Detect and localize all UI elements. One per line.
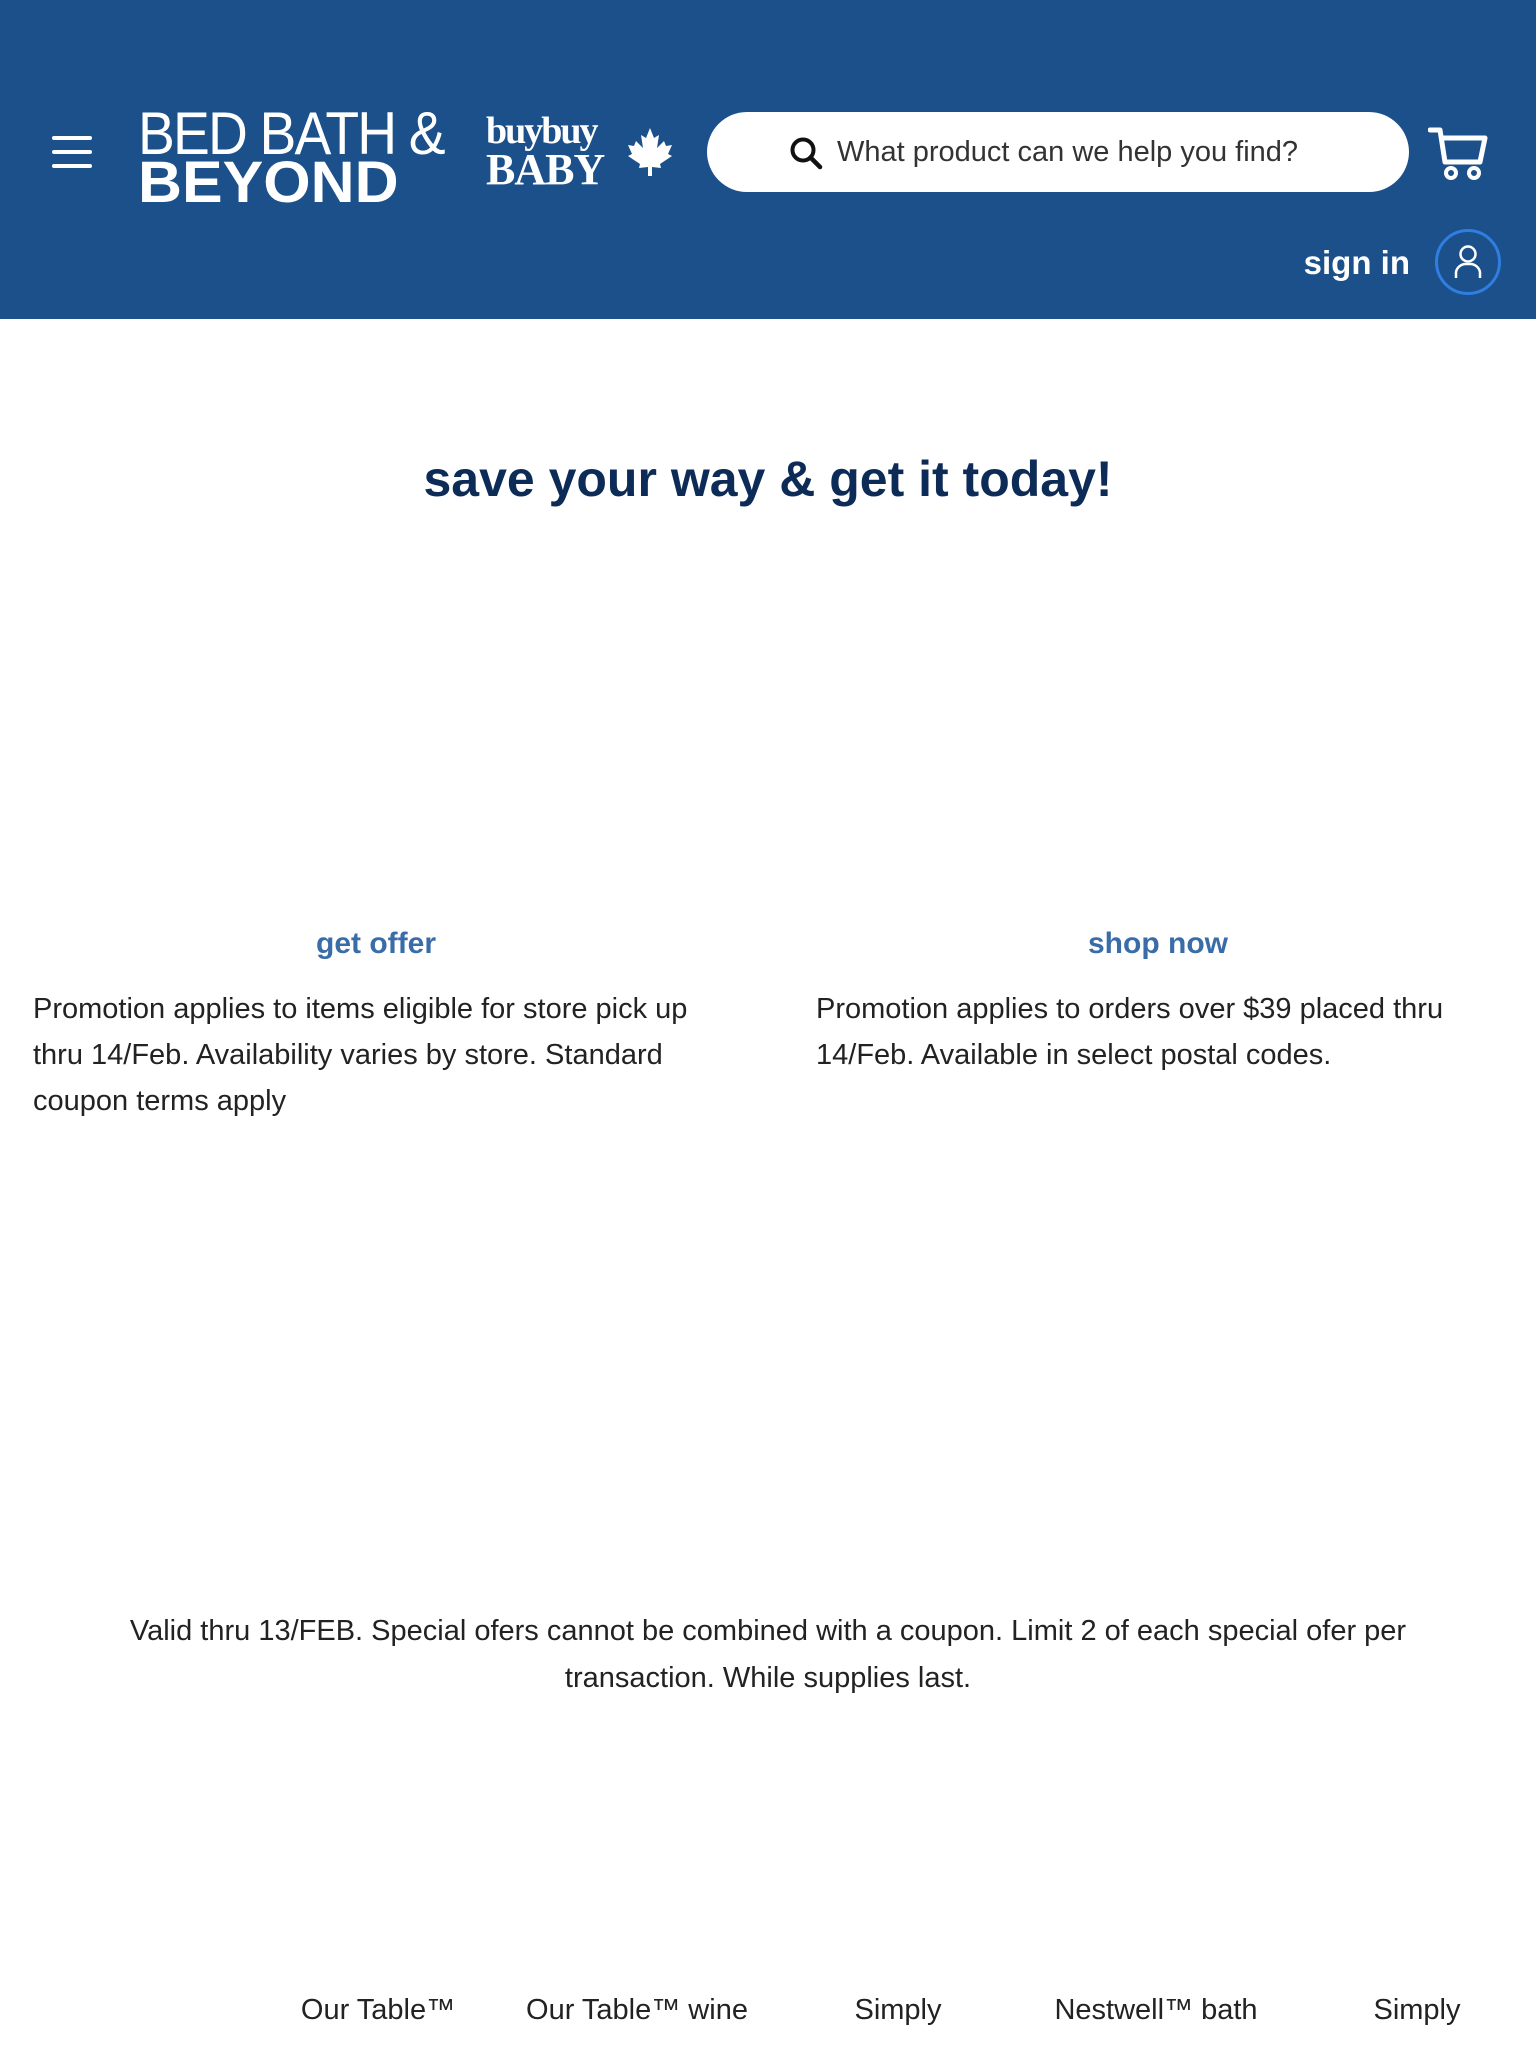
product-label[interactable]: Our Table™ — [258, 1987, 498, 2033]
user-icon — [1454, 245, 1482, 278]
baby-logo-line-2: BABY — [486, 145, 605, 194]
menu-icon-bar — [52, 136, 92, 140]
product-label[interactable]: Simply — [1297, 1987, 1536, 2033]
site-header: BED BATH & BEYOND buybuy BABY What produ… — [0, 0, 1536, 319]
product-label[interactable]: Nestwell™ bath — [1036, 1987, 1276, 2033]
menu-icon-bar — [52, 150, 92, 154]
logo-line-2: BEYOND — [138, 150, 399, 215]
product-label[interactable]: Our Table™ wine — [517, 1987, 757, 2033]
buybuy-baby-logo[interactable]: buybuy BABY — [486, 112, 676, 192]
offer-terms: Valid thru 13/FEB. Special ofers cannot … — [129, 1615, 1407, 1694]
offer-description: Promotion applies to orders over $39 pla… — [816, 993, 1444, 1071]
shop-now-link[interactable]: shop now — [958, 924, 1358, 964]
offer-description: Promotion applies to items eligible for … — [33, 993, 688, 1117]
menu-icon[interactable] — [50, 134, 94, 170]
maple-leaf-icon — [628, 128, 672, 176]
menu-icon-bar — [52, 164, 92, 168]
bed-bath-beyond-logo[interactable]: BED BATH & BEYOND — [138, 104, 458, 212]
search-icon — [790, 137, 823, 170]
sign-in-link[interactable]: sign in — [1250, 242, 1410, 284]
search-input[interactable]: What product can we help you find? — [707, 112, 1409, 192]
cart-icon[interactable] — [1427, 124, 1488, 182]
account-button[interactable] — [1435, 229, 1501, 295]
search-placeholder: What product can we help you find? — [837, 136, 1299, 168]
promo-heading: save your way & get it today! — [423, 451, 1113, 507]
product-label[interactable]: Simply — [778, 1987, 1018, 2033]
get-offer-link[interactable]: get offer — [176, 924, 576, 964]
